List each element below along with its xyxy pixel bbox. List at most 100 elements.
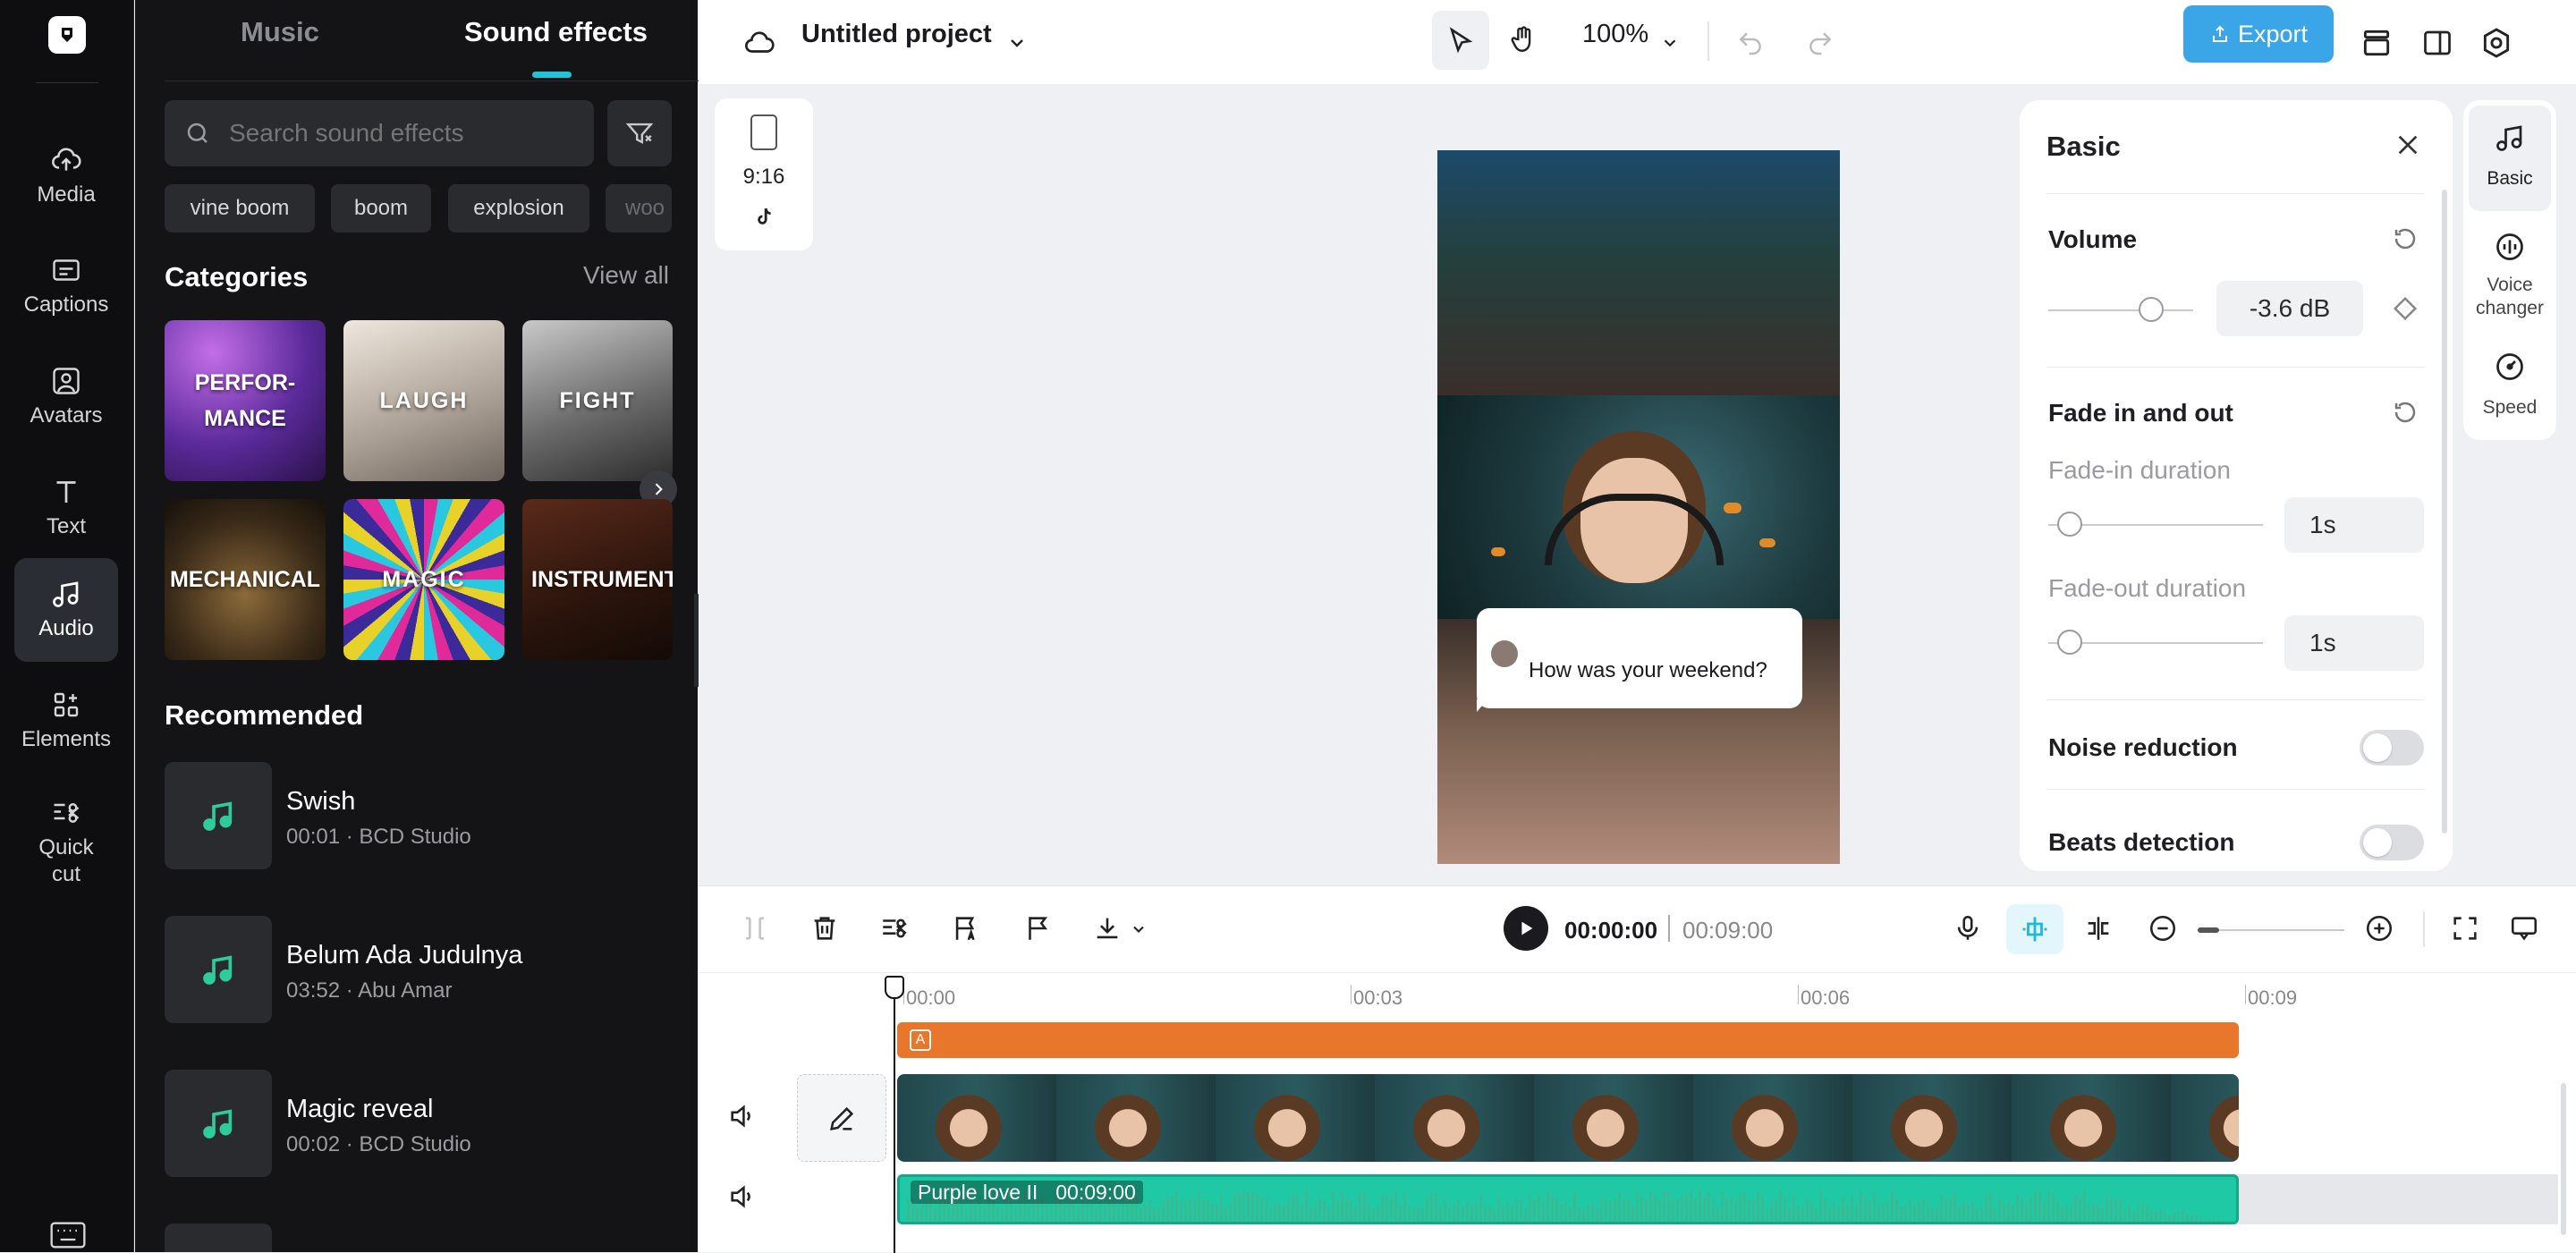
beats-detection-toggle[interactable] [2360, 825, 2424, 860]
zoom-out-icon[interactable] [2148, 913, 2178, 944]
reset-icon[interactable] [2392, 399, 2419, 426]
microphone-icon[interactable] [1953, 913, 1983, 944]
view-all-link[interactable]: View all [583, 261, 669, 290]
list-item[interactable]: Belum Ada Judulnya 03:52 · Abu Amar [165, 916, 665, 1023]
flag-icon[interactable] [1022, 913, 1053, 944]
keyframe-diamond-icon[interactable] [2392, 295, 2419, 322]
music-note-icon [165, 916, 272, 1023]
undo-icon[interactable] [1727, 20, 1774, 66]
app-logo[interactable] [48, 16, 86, 54]
project-title[interactable]: Untitled project [801, 20, 992, 49]
list-item[interactable]: Magic reveal 00:02 · BCD Studio [165, 1070, 665, 1177]
category-instrument[interactable]: INSTRUMENT [522, 499, 673, 660]
chevron-down-icon[interactable] [1130, 920, 1148, 938]
hand-tool-icon[interactable] [1500, 16, 1546, 63]
comment-icon[interactable] [2509, 913, 2539, 944]
panel-layout-icon[interactable] [2414, 20, 2461, 66]
sidetab-basic[interactable]: Basic [2469, 106, 2551, 211]
noise-reduction-toggle[interactable] [2360, 730, 2424, 766]
play-button[interactable] [1504, 906, 1548, 951]
audio-clip[interactable]: Purple love II 00:09:00 [897, 1174, 2239, 1224]
beats-detection-label: Beats detection [2048, 828, 2235, 856]
download-icon[interactable] [1092, 913, 1123, 944]
list-item[interactable] [165, 1223, 272, 1252]
music-note-icon [165, 762, 272, 869]
category-mechanical[interactable]: MECHANICAL [165, 499, 326, 660]
volume-slider-knob[interactable] [2139, 297, 2165, 322]
portrait-icon [750, 114, 777, 150]
list-item[interactable]: Swish 00:01 · BCD Studio [165, 762, 665, 869]
ai-caption-icon[interactable] [951, 913, 981, 944]
cloud-save-icon[interactable] [736, 20, 783, 66]
tab-sound-effects[interactable]: Sound effects [464, 16, 648, 48]
property-side-tabs: Basic Voice changer Speed [2463, 100, 2556, 440]
basic-properties-panel: Basic Volume -3.6 dB Fade in and out Fad… [2020, 100, 2453, 871]
volume-icon[interactable] [727, 1181, 758, 1212]
rail-media[interactable]: Media [14, 123, 118, 227]
redo-icon[interactable] [1797, 20, 1843, 66]
fade-out-value-input[interactable]: 1s [2284, 615, 2424, 671]
cover-edit-button[interactable] [797, 1074, 886, 1162]
keyboard-icon[interactable] [50, 1222, 86, 1249]
split-icon[interactable] [740, 913, 770, 944]
top-bar: Untitled project 100% Export [699, 0, 2576, 84]
chip-explosion[interactable]: explosion [448, 184, 589, 233]
volume-slider[interactable] [2048, 309, 2193, 311]
export-button[interactable]: Export [2183, 5, 2334, 63]
video-clip[interactable] [897, 1074, 2239, 1162]
filter-icon [624, 118, 655, 148]
chat-bubble[interactable]: How was your weekend? [1477, 608, 1802, 708]
search-input[interactable] [229, 114, 578, 152]
gear-icon[interactable] [2473, 20, 2520, 66]
sidetab-voice-changer[interactable]: Voice changer [2469, 216, 2551, 324]
fade-label: Fade in and out [2048, 399, 2233, 427]
category-performance[interactable]: PERFOR- MANCE [165, 320, 326, 481]
auto-cut-icon[interactable] [879, 913, 910, 944]
fullscreen-icon[interactable] [2450, 913, 2480, 944]
zoom-slider[interactable] [2198, 929, 2344, 931]
chip-woo[interactable]: woo [606, 184, 672, 233]
category-magic[interactable]: MAGIC [343, 499, 504, 660]
text-clip[interactable]: A [897, 1022, 2239, 1058]
fade-out-knob[interactable] [2057, 630, 2082, 655]
aspect-ratio-card[interactable]: 9:16 [715, 98, 813, 250]
tab-music[interactable]: Music [241, 16, 319, 48]
volume-icon[interactable] [727, 1101, 758, 1131]
category-fight[interactable]: FIGHT [522, 320, 673, 481]
category-laugh[interactable]: LAUGH [343, 320, 504, 481]
split-view-icon[interactable] [2083, 913, 2114, 944]
rail-captions[interactable]: Captions [14, 234, 118, 338]
fade-in-value-input[interactable]: 1s [2284, 497, 2424, 553]
quick-cut-icon [50, 797, 82, 829]
close-icon[interactable] [2394, 131, 2422, 159]
volume-value-input[interactable]: -3.6 dB [2216, 281, 2363, 336]
rail-quick-cut[interactable]: Quick cut [14, 780, 118, 905]
zoom-level[interactable]: 100% [1582, 20, 1648, 49]
rail-audio[interactable]: Audio [14, 558, 118, 662]
chip-boom[interactable]: boom [331, 184, 431, 233]
playhead[interactable] [894, 976, 895, 1253]
layers-icon[interactable] [2353, 20, 2400, 66]
reset-icon[interactable] [2392, 225, 2419, 252]
timeline-scrollbar[interactable] [2561, 1083, 2566, 1235]
sidetab-speed[interactable]: Speed [2469, 338, 2551, 436]
fade-in-knob[interactable] [2057, 512, 2082, 537]
search-box[interactable] [165, 100, 594, 166]
voice-changer-icon [2494, 231, 2526, 263]
track-title: Swish [286, 787, 356, 816]
playhead-handle[interactable] [885, 976, 904, 999]
cloud-upload-icon [49, 142, 83, 176]
scrollbar[interactable] [2442, 190, 2447, 834]
rail-text[interactable]: Text [14, 456, 118, 560]
rail-elements[interactable]: Elements [14, 669, 118, 773]
video-preview[interactable]: How was your weekend? [1437, 150, 1840, 864]
chevron-down-icon[interactable] [1647, 20, 1693, 66]
chip-vine-boom[interactable]: vine boom [165, 184, 315, 233]
chevron-down-icon[interactable] [994, 20, 1040, 66]
time-tick: 00:00 [906, 986, 956, 1009]
rail-avatars[interactable]: Avatars [14, 345, 118, 449]
delete-icon[interactable] [809, 913, 840, 944]
zoom-slider-knob[interactable] [2198, 927, 2219, 933]
filter-button[interactable] [607, 100, 672, 166]
zoom-in-icon[interactable] [2364, 913, 2394, 944]
